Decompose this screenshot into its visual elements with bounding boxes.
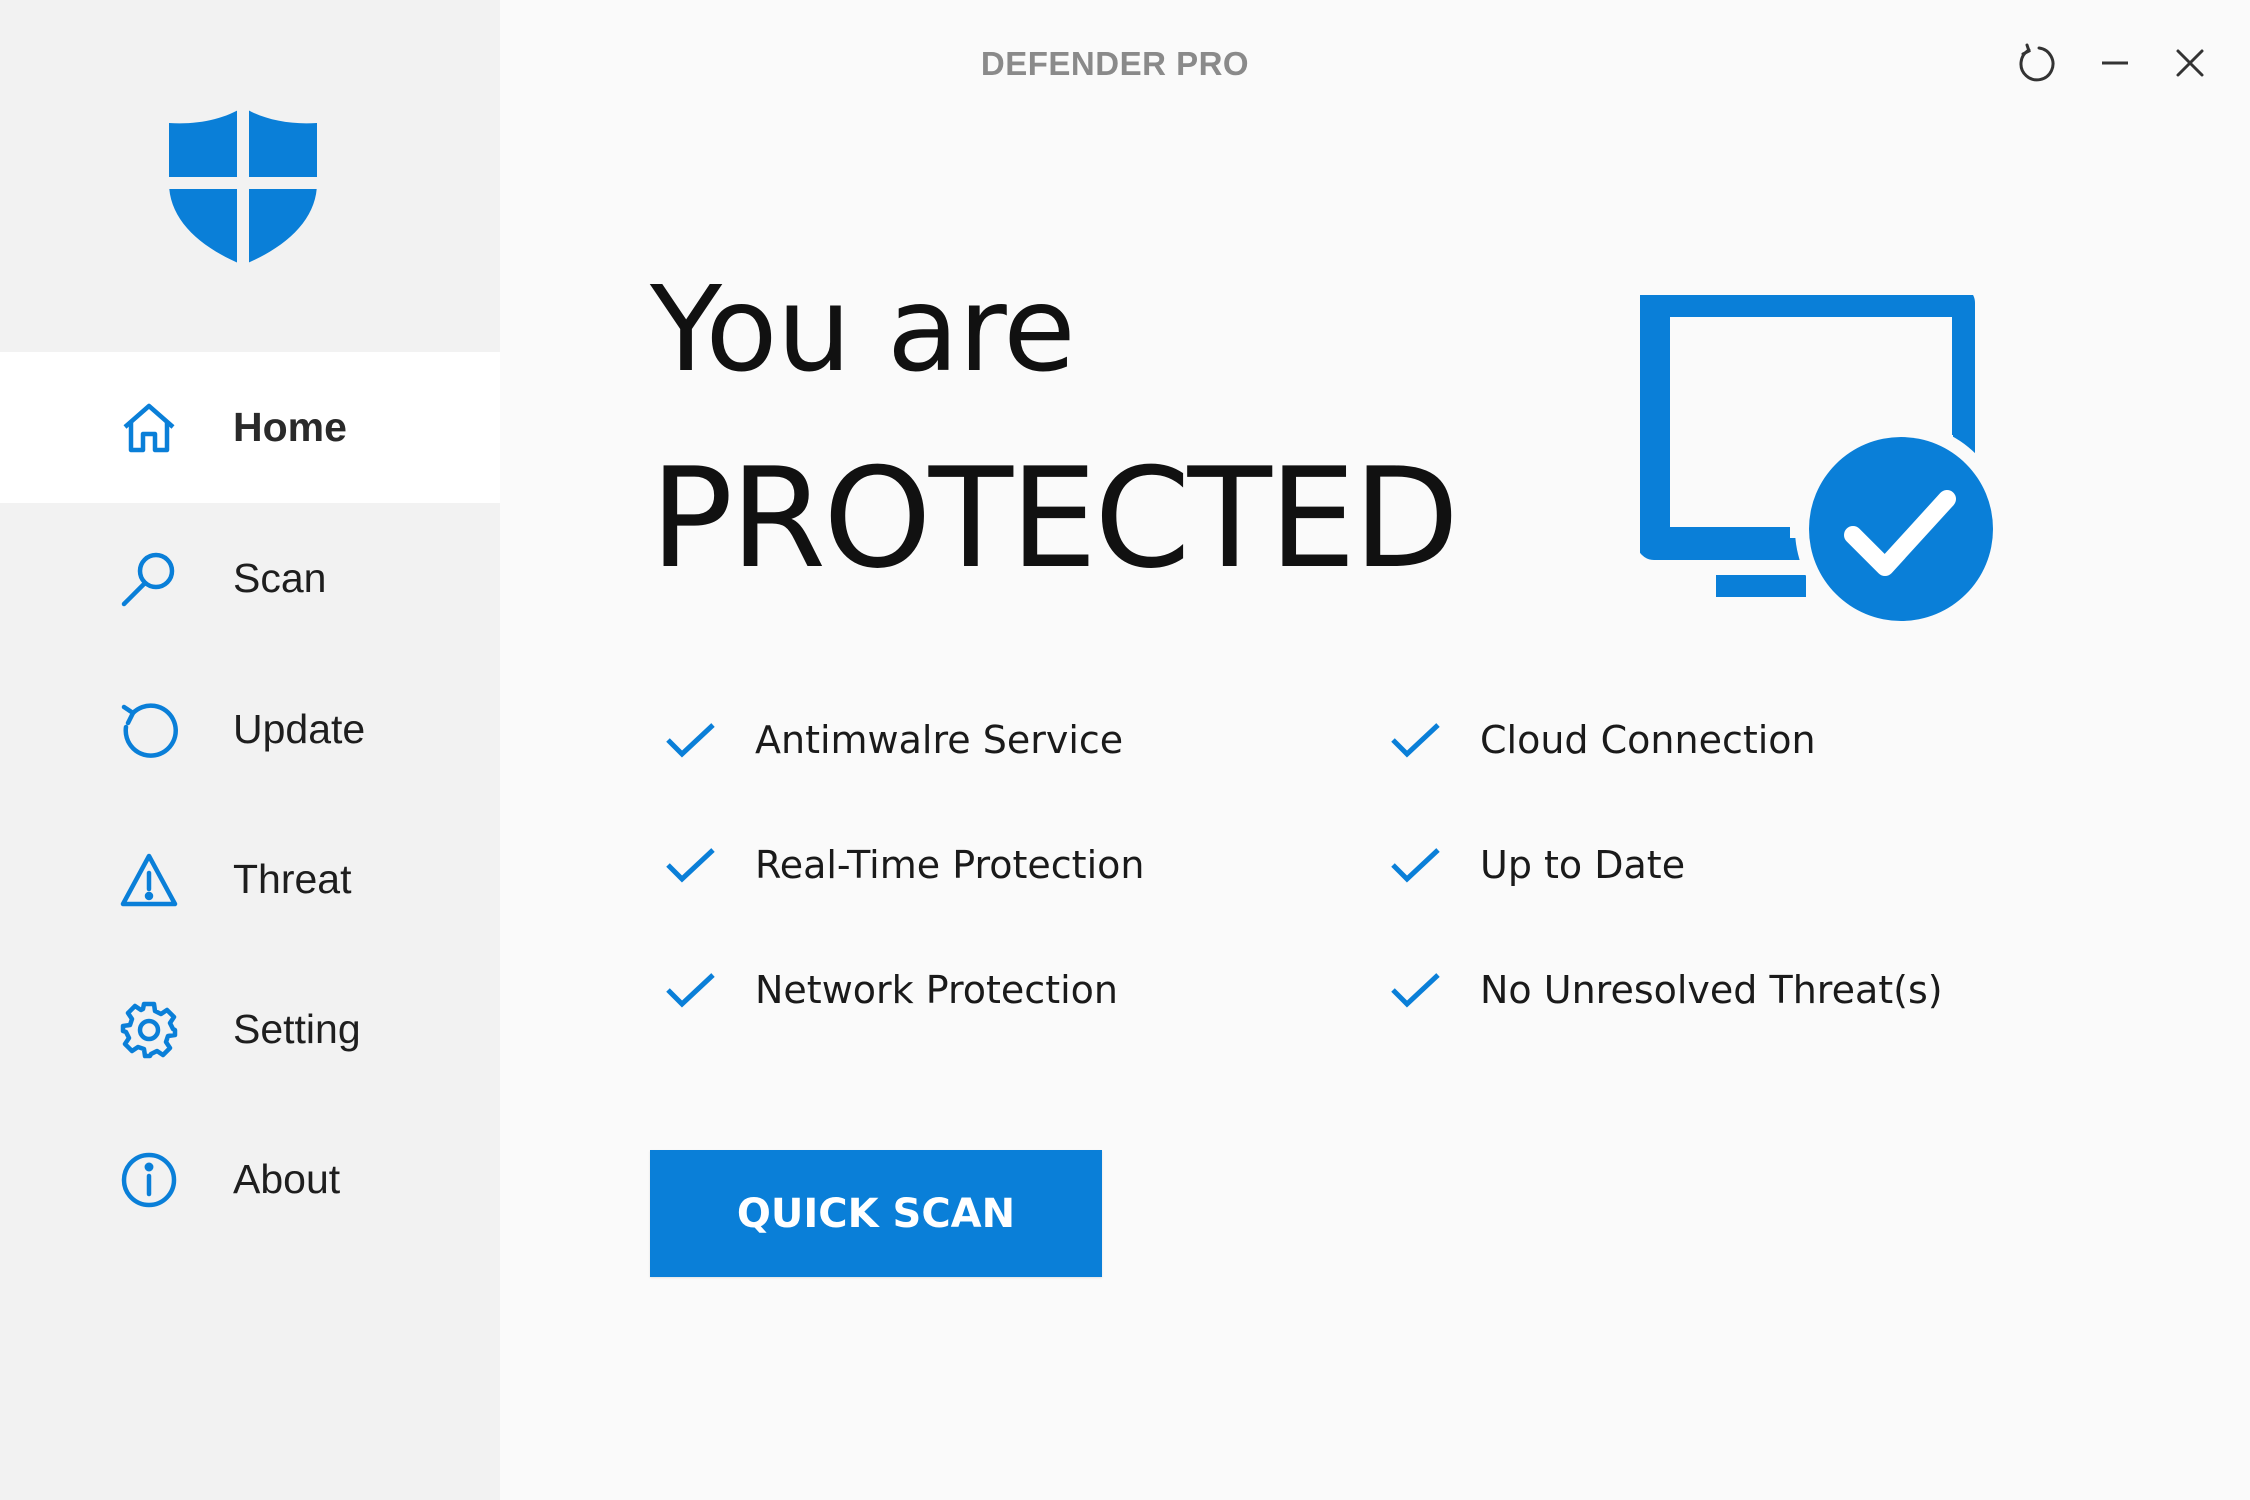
status-label: Cloud Connection <box>1480 718 1816 762</box>
close-button[interactable] <box>2165 40 2215 90</box>
sidebar: Home Scan Update Threat Setting About <box>0 0 500 1500</box>
sidebar-item-label: Scan <box>233 555 327 601</box>
check-icon <box>1391 723 1440 758</box>
status-item-cloud: Cloud Connection <box>1390 710 1816 770</box>
gear-icon <box>120 1001 178 1059</box>
minimize-icon <box>2100 48 2130 83</box>
monitor-check-icon <box>1637 286 2007 635</box>
shield-logo-icon <box>167 105 319 267</box>
sidebar-item-scan[interactable]: Scan <box>0 503 500 654</box>
sidebar-item-about[interactable]: About <box>0 1104 500 1255</box>
status-item-uptodate: Up to Date <box>1390 835 1685 895</box>
update-icon <box>120 701 178 759</box>
check-icon <box>666 973 715 1008</box>
check-icon <box>666 848 715 883</box>
sidebar-item-setting[interactable]: Setting <box>0 954 500 1105</box>
sidebar-item-label: Update <box>233 706 366 752</box>
sidebar-item-label: Threat <box>233 856 352 902</box>
sidebar-item-home[interactable]: Home <box>0 352 500 503</box>
check-icon <box>1391 973 1440 1008</box>
headline-status: PROTECTED <box>650 438 1459 599</box>
status-item-antimalware: Antimwalre Service <box>665 710 1123 770</box>
quick-scan-button[interactable]: QUICK SCAN <box>650 1150 1102 1277</box>
sidebar-item-label: Home <box>233 404 347 450</box>
status-label: Real-Time Protection <box>755 843 1145 887</box>
sidebar-item-label: About <box>233 1156 341 1202</box>
sidebar-item-label: Setting <box>233 1006 361 1052</box>
refresh-icon <box>2017 43 2057 88</box>
app-title: DEFENDER PRO <box>980 45 1250 82</box>
status-item-network: Network Protection <box>665 960 1118 1020</box>
check-icon <box>1391 848 1440 883</box>
warning-icon <box>120 851 178 909</box>
headline-intro: You are <box>650 260 1076 398</box>
search-icon <box>120 550 178 608</box>
info-icon <box>120 1151 178 1209</box>
check-icon <box>666 723 715 758</box>
status-item-threats: No Unresolved Threat(s) <box>1390 960 1943 1020</box>
sidebar-item-update[interactable]: Update <box>0 654 500 805</box>
home-icon <box>120 399 178 457</box>
status-label: No Unresolved Threat(s) <box>1480 968 1943 1012</box>
close-icon <box>2175 48 2205 83</box>
sidebar-item-threat[interactable]: Threat <box>0 804 500 955</box>
status-item-realtime: Real-Time Protection <box>665 835 1144 895</box>
status-label: Antimwalre Service <box>755 718 1124 762</box>
status-label: Up to Date <box>1480 843 1686 887</box>
minimize-button[interactable] <box>2090 40 2140 90</box>
status-label: Network Protection <box>755 968 1118 1012</box>
refresh-button[interactable] <box>2012 40 2062 90</box>
